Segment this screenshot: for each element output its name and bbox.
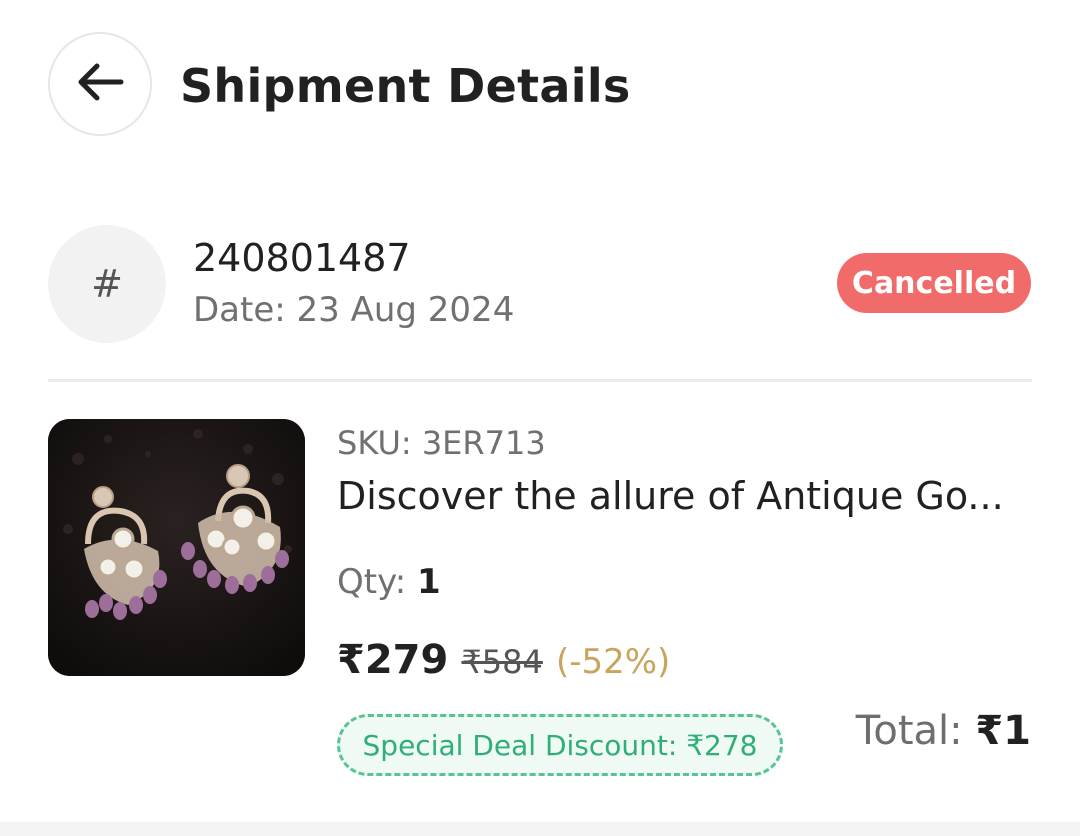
current-price: ₹279	[337, 637, 449, 683]
qty-value: 1	[417, 562, 441, 602]
page-title: Shipment Details	[180, 59, 631, 113]
original-price: ₹584	[461, 643, 543, 681]
divider	[48, 379, 1032, 382]
arrow-left-icon	[75, 62, 125, 106]
order-id: 240801487	[193, 236, 411, 280]
product-image[interactable]	[48, 419, 305, 676]
status-badge: Cancelled	[837, 253, 1031, 313]
product-name[interactable]: Discover the allure of Antique Go...	[337, 472, 1027, 520]
order-date: Date: 23 Aug 2024	[193, 290, 515, 330]
qty-label: Qty:	[337, 562, 407, 602]
price-row: ₹279 ₹584 (-52%)	[337, 634, 670, 694]
back-button[interactable]	[48, 32, 152, 136]
product-quantity: Qty: 1	[337, 560, 441, 604]
order-hash-icon: #	[48, 225, 166, 343]
product-sku: SKU: 3ER713	[337, 424, 546, 462]
total-label: Total:	[855, 708, 963, 754]
order-total: Total: ₹1	[856, 705, 1031, 757]
discount-percent: (-52%)	[555, 642, 671, 682]
special-deal-discount-tag: Special Deal Discount: ₹278	[337, 714, 783, 776]
section-separator	[0, 822, 1080, 836]
total-value: ₹1	[975, 708, 1031, 754]
